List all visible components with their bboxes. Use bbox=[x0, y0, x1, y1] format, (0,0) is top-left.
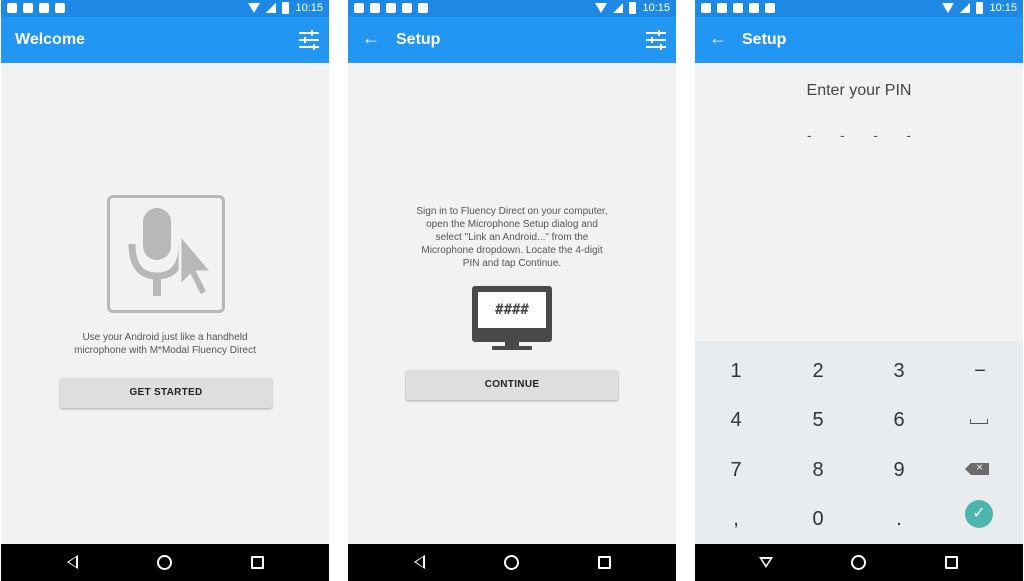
status-bar: 10:15 bbox=[348, 0, 676, 17]
key-3[interactable]: 3 bbox=[869, 351, 929, 391]
signal-icon bbox=[960, 3, 971, 13]
status-time: 10:15 bbox=[642, 2, 670, 14]
get-started-button[interactable]: GET STARTED bbox=[60, 378, 272, 408]
pin-digit-3: - bbox=[873, 127, 878, 143]
pin-digit-2: - bbox=[840, 127, 845, 143]
status-right: 10:15 bbox=[248, 2, 323, 14]
continue-button[interactable]: CONTINUE bbox=[406, 370, 618, 400]
nav-recents-icon[interactable] bbox=[945, 556, 958, 569]
welcome-description: Use your Android just like a handheld mi… bbox=[74, 332, 256, 356]
back-arrow-icon[interactable]: ← bbox=[709, 28, 727, 49]
app-bar: ← Setup bbox=[695, 17, 1023, 63]
notification-icons bbox=[7, 3, 65, 13]
page-title: Setup bbox=[742, 31, 787, 48]
pin-digit-4: - bbox=[906, 127, 911, 143]
wifi-icon bbox=[942, 3, 955, 13]
pin-input[interactable]: - - - - bbox=[807, 127, 911, 143]
microphone-cursor-icon bbox=[107, 195, 225, 313]
nav-recents-icon[interactable] bbox=[251, 556, 264, 569]
welcome-screen: 10:15 Welcome Use your Android just like… bbox=[1, 0, 329, 581]
key-4[interactable]: 4 bbox=[706, 400, 766, 440]
page-title: Setup bbox=[396, 31, 441, 48]
key-2[interactable]: 2 bbox=[788, 351, 848, 391]
battery-icon bbox=[629, 2, 637, 14]
numeric-keypad: 1 2 3 − 4 5 6 7 8 9 , 0 . ✓ bbox=[695, 341, 1023, 544]
check-icon[interactable]: ✓ bbox=[965, 500, 993, 528]
navigation-bar bbox=[1, 544, 329, 581]
wifi-icon bbox=[595, 3, 608, 13]
tune-icon[interactable] bbox=[646, 30, 666, 50]
battery-icon bbox=[976, 2, 984, 14]
battery-icon bbox=[282, 2, 290, 14]
status-time: 10:15 bbox=[295, 2, 323, 14]
space-icon[interactable] bbox=[970, 419, 988, 424]
monitor-pin-text: #### bbox=[478, 292, 546, 328]
key-6[interactable]: 6 bbox=[869, 400, 929, 440]
key-8[interactable]: 8 bbox=[788, 450, 848, 490]
back-arrow-icon[interactable]: ← bbox=[362, 28, 380, 49]
navigation-bar bbox=[348, 544, 676, 581]
page-title: Welcome bbox=[15, 31, 85, 48]
nav-home-icon[interactable] bbox=[504, 555, 519, 570]
notification-icons bbox=[354, 3, 428, 13]
key-9[interactable]: 9 bbox=[869, 450, 929, 490]
monitor-base bbox=[492, 346, 532, 350]
signal-icon bbox=[613, 3, 624, 13]
key-1[interactable]: 1 bbox=[706, 351, 766, 391]
key-7[interactable]: 7 bbox=[706, 450, 766, 490]
nav-home-icon[interactable] bbox=[851, 555, 866, 570]
key-comma[interactable]: , bbox=[706, 499, 766, 539]
status-time: 10:15 bbox=[989, 2, 1017, 14]
nav-recents-icon[interactable] bbox=[598, 556, 611, 569]
app-bar: Welcome bbox=[1, 17, 329, 63]
wifi-icon bbox=[248, 3, 261, 13]
pin-entry-screen: 10:15 ← Setup Enter your PIN - - - - 1 2… bbox=[695, 0, 1023, 581]
status-bar: 10:15 bbox=[1, 0, 329, 17]
status-bar: 10:15 bbox=[695, 0, 1023, 17]
key-5[interactable]: 5 bbox=[788, 400, 848, 440]
backspace-icon[interactable] bbox=[965, 460, 989, 475]
status-right: 10:15 bbox=[942, 2, 1017, 14]
nav-back-icon[interactable] bbox=[67, 555, 78, 569]
nav-back-icon[interactable] bbox=[414, 555, 425, 569]
setup-screen: 10:15 ← Setup Sign in to Fluency Direct … bbox=[348, 0, 676, 581]
navigation-bar bbox=[695, 544, 1023, 581]
nav-home-icon[interactable] bbox=[157, 555, 172, 570]
pin-digit-1: - bbox=[807, 127, 812, 143]
key-period[interactable]: . bbox=[869, 499, 929, 539]
tune-icon[interactable] bbox=[299, 30, 319, 50]
pin-prompt: Enter your PIN bbox=[806, 82, 912, 99]
key-minus[interactable]: − bbox=[950, 351, 1010, 391]
setup-instructions: Sign in to Fluency Direct on your comput… bbox=[416, 206, 608, 269]
monitor-icon: #### bbox=[472, 286, 552, 342]
nav-hide-keyboard-icon[interactable] bbox=[759, 557, 773, 568]
status-right: 10:15 bbox=[595, 2, 670, 14]
app-bar: ← Setup bbox=[348, 17, 676, 63]
key-0[interactable]: 0 bbox=[788, 499, 848, 539]
notification-icons bbox=[701, 3, 775, 13]
signal-icon bbox=[266, 3, 277, 13]
